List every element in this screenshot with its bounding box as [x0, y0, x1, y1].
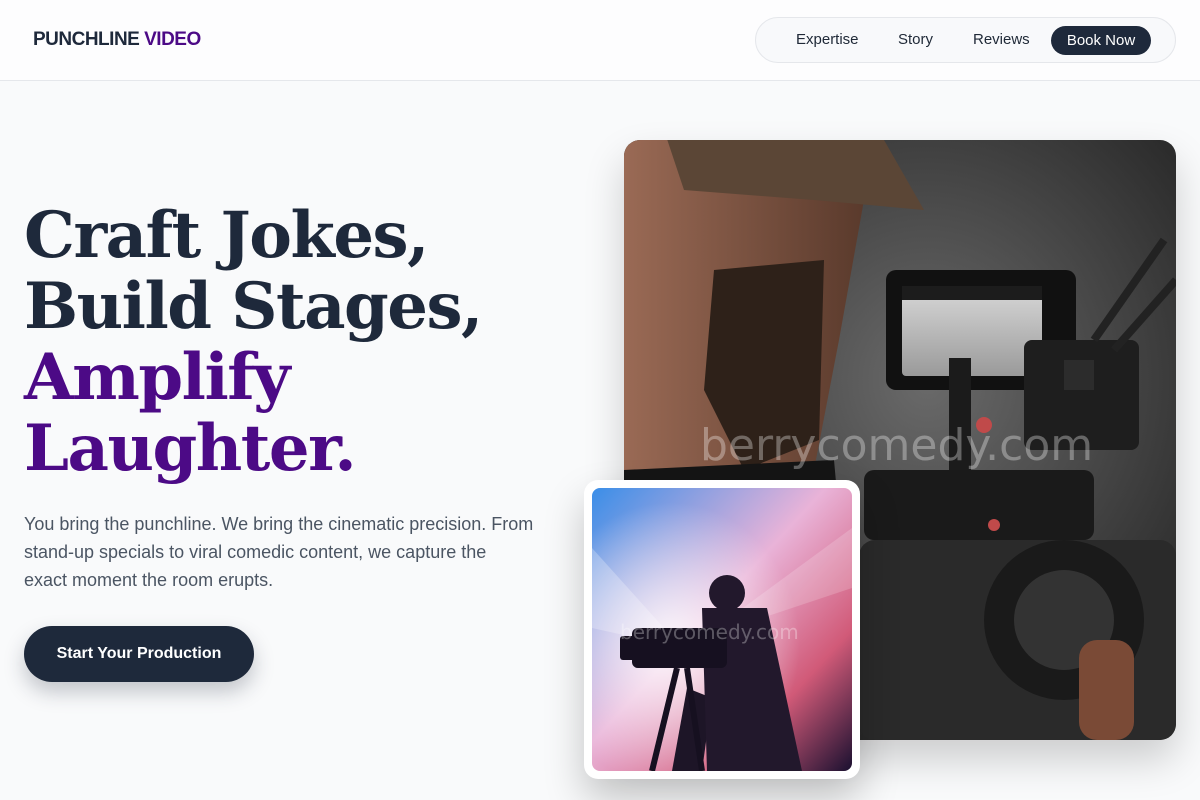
headline-line-1: Craft Jokes,	[24, 198, 429, 273]
headline-line-2: Build Stages,	[24, 269, 483, 344]
nav-item-expertise[interactable]: Expertise	[796, 18, 859, 64]
headline-line-4: Laughter.	[24, 411, 357, 486]
hero-description: You bring the punchline. We bring the ci…	[24, 514, 534, 590]
site-header: PUNCHLINE VIDEO Expertise Story Reviews …	[0, 0, 1200, 81]
brand-accent: VIDEO	[144, 29, 201, 50]
inset-photo-frame: berrycomedy.com	[584, 480, 860, 779]
brand-logo[interactable]: PUNCHLINE VIDEO	[33, 29, 201, 51]
silhouette-camera-photo: berrycomedy.com	[592, 488, 852, 771]
silhouette-illustration	[592, 488, 852, 771]
brand-name: PUNCHLINE	[33, 29, 140, 50]
main-nav: Expertise Story Reviews Book Now	[755, 17, 1176, 63]
nav-item-reviews[interactable]: Reviews	[973, 18, 1030, 64]
hero-headline: Craft Jokes, Build Stages, Amplify Laugh…	[24, 200, 584, 484]
start-production-button[interactable]: Start Your Production	[24, 626, 254, 682]
book-now-button[interactable]: Book Now	[1051, 26, 1151, 55]
nav-item-story[interactable]: Story	[898, 18, 933, 64]
headline-line-3: Amplify	[24, 340, 290, 415]
